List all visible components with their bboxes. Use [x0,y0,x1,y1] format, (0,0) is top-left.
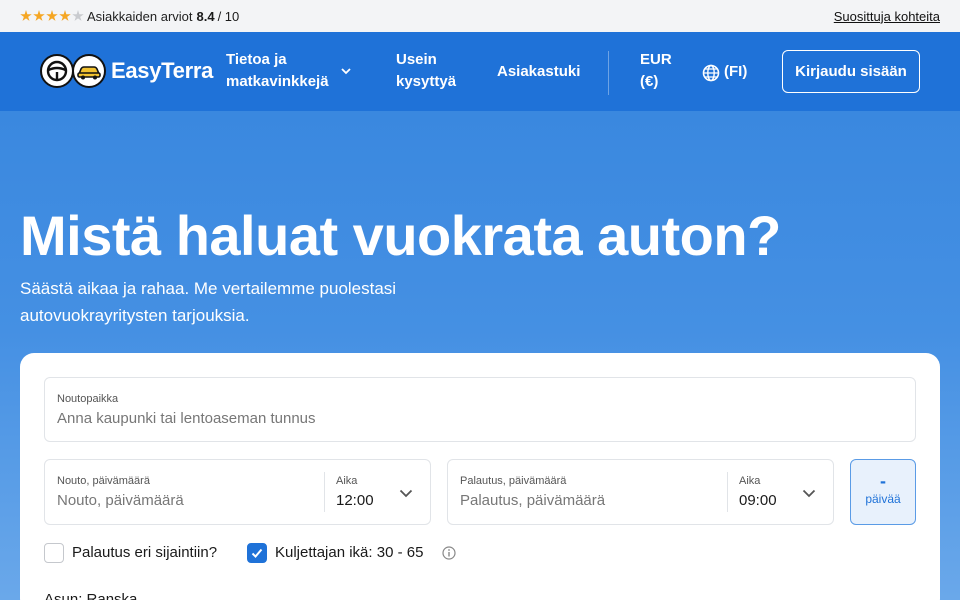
chevron-down-icon[interactable] [340,65,352,77]
login-button[interactable]: Kirjaudu sisään [782,50,920,93]
nav-about-line2: matkavinkkejä [226,73,329,90]
pickup-time-label: Aika [336,475,358,487]
nav-faq-line1: Usein [396,51,437,68]
pickup-time-select[interactable]: 12:00 [336,492,374,509]
nav-about-menu[interactable]: Tietoa ja matkavinkkejä [226,49,329,93]
return-date-input[interactable]: Palautus, päivämäärä [460,492,605,509]
rental-days-label: päivää [865,492,901,506]
currency-code: EUR [640,51,672,68]
return-date-label: Palautus, päivämäärä [460,475,567,487]
pickup-location-label: Noutopaikka [57,393,119,405]
driver-age-checkbox[interactable] [247,543,267,563]
nav-faq-line2: kysyttyä [396,73,457,90]
chevron-down-icon[interactable] [802,486,816,500]
star-icon [33,10,45,21]
info-icon[interactable] [442,546,456,560]
star-icon [20,10,32,21]
field-divider [324,472,325,512]
field-divider [727,472,728,512]
nav-faq[interactable]: Usein kysyttyä [396,49,456,93]
return-time-select[interactable]: 09:00 [739,492,777,509]
search-card: Noutopaikka Anna kaupunki tai lentoasema… [20,353,940,600]
different-return-checkbox[interactable] [44,543,64,563]
return-date-field[interactable]: Palautus, päivämäärä Palautus, päivämäär… [447,459,834,525]
star-icon [46,10,58,21]
pickup-date-field[interactable]: Nouto, päivämäärä Nouto, päivämäärä Aika… [44,459,431,525]
car-icon [72,54,106,88]
logo-text: EasyTerra [111,58,214,83]
nav-support[interactable]: Asiakastuki [497,61,580,83]
star-icon [59,10,71,21]
rental-days-box: - päivää [850,459,916,525]
currency-selector[interactable]: EUR (€) [640,49,672,93]
popular-destinations-link[interactable]: Suosittuja kohteita [834,9,940,24]
logo[interactable]: EasyTerra [40,54,213,88]
page-title: Mistä haluat vuokrata auton? [20,204,781,267]
steering-wheel-icon [40,54,74,88]
residence-selector[interactable]: Asun: Ranska [44,591,137,600]
chevron-down-icon[interactable] [399,486,413,500]
nav-about-line1: Tietoa ja [226,51,287,68]
main-navbar: EasyTerra Tietoa ja matkavinkkejä Usein … [0,32,960,111]
rating-stars [20,10,84,22]
rating-max: / 10 [217,8,240,24]
different-return-label[interactable]: Palautus eri sijaintiin? [72,544,217,561]
currency-symbol: (€) [640,73,659,90]
pickup-location-input[interactable]: Anna kaupunki tai lentoaseman tunnus [57,410,316,427]
star-empty-icon [72,10,84,21]
language-selector[interactable]: (FI) [724,61,747,83]
rating-score: 8.4 [196,8,215,24]
rating-label: Asiakkaiden arviot [87,8,193,24]
top-bar: Asiakkaiden arviot 8.4 / 10 Suosittuja k… [0,0,960,32]
pickup-date-label: Nouto, päivämäärä [57,475,150,487]
nav-divider [608,51,609,95]
return-time-label: Aika [739,475,761,487]
pickup-date-input[interactable]: Nouto, päivämäärä [57,492,184,509]
hero-subtitle: Säästä aikaa ja rahaa. Me vertailemme pu… [20,279,397,325]
globe-icon[interactable] [702,64,720,82]
checkmark-icon [251,548,263,558]
driver-age-label[interactable]: Kuljettajan ikä: 30 - 65 [275,544,423,561]
pickup-location-field[interactable]: Noutopaikka Anna kaupunki tai lentoasema… [44,377,916,442]
rental-days-value: - [880,471,886,491]
